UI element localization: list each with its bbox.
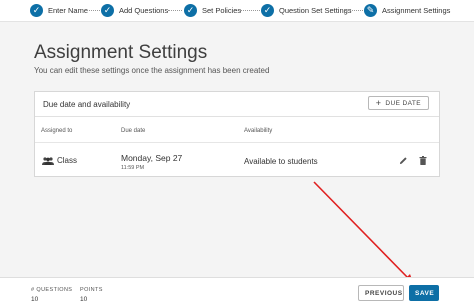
add-due-date-button[interactable]: + DUE DATE <box>367 96 429 110</box>
save-button[interactable]: SAVE <box>409 285 439 301</box>
step-set-policies[interactable]: ✓ Set Policies <box>184 3 241 17</box>
points-value: 10 <box>80 296 88 303</box>
step-label: Add Questions <box>119 5 169 15</box>
check-icon: ✓ <box>30 3 43 17</box>
page-title: Assignment Settings <box>34 42 208 63</box>
check-icon: ✓ <box>184 3 197 17</box>
due-date-card: Due date and availability + DUE DATE Ass… <box>34 91 440 177</box>
step-label: Enter Name <box>48 5 89 15</box>
people-icon <box>42 157 54 165</box>
column-header-due-date: Due date <box>121 128 146 134</box>
add-due-date-label: DUE DATE <box>385 99 421 107</box>
step-enter-name[interactable]: ✓ Enter Name <box>30 3 88 17</box>
progress-stepper: ✓ Enter Name ✓ Add Questions ✓ Set Polic… <box>0 0 474 22</box>
questions-count-label: # QUESTIONS <box>31 287 73 293</box>
card-title: Due date and availability <box>43 100 131 109</box>
page-subtitle: You can edit these settings once the ass… <box>34 66 270 75</box>
check-icon: ✓ <box>261 3 274 17</box>
column-header-availability: Availability <box>244 128 273 134</box>
points-label: POINTS <box>80 287 103 293</box>
edit-icon[interactable] <box>399 156 408 165</box>
step-connector <box>86 10 100 12</box>
pencil-icon: ✎ <box>364 3 377 17</box>
step-label: Set Policies <box>202 5 242 15</box>
delete-icon[interactable] <box>419 156 427 165</box>
due-time-value: 11:59 PM <box>121 165 145 171</box>
due-date-value: Monday, Sep 27 <box>121 153 183 163</box>
card-header: Due date and availability + DUE DATE <box>35 92 439 117</box>
row-divider <box>35 142 439 143</box>
step-connector <box>345 10 363 12</box>
step-label: Question Set Settings <box>279 5 352 15</box>
questions-count-value: 10 <box>31 296 39 303</box>
step-label: Assignment Settings <box>382 5 451 15</box>
check-icon: ✓ <box>101 3 114 17</box>
previous-button[interactable]: PREVIOUS <box>358 285 404 301</box>
step-add-questions[interactable]: ✓ Add Questions <box>101 3 168 17</box>
step-connector <box>168 10 182 12</box>
availability-value: Available to students <box>244 157 318 166</box>
assigned-to-value: Class <box>57 156 78 165</box>
step-assignment-settings[interactable]: ✎ Assignment Settings <box>364 3 450 17</box>
plus-icon: + <box>375 97 382 108</box>
step-connector <box>240 10 260 12</box>
column-header-assigned-to: Assigned to <box>41 128 73 134</box>
step-question-set-settings[interactable]: ✓ Question Set Settings <box>261 3 352 17</box>
footer-bar: # QUESTIONS 10 POINTS 10 PREVIOUS SAVE <box>0 277 474 306</box>
